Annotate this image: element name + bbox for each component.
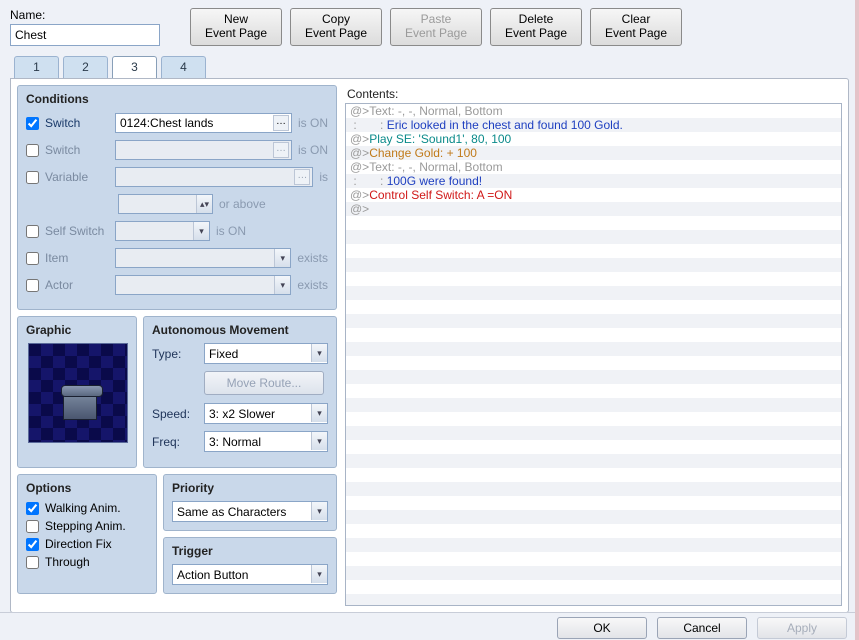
contents-label: Contents: [347, 87, 842, 101]
priority-group: Priority Same as Characters▾ [163, 474, 337, 531]
autonomous-title: Autonomous Movement [152, 323, 328, 337]
graphic-group: Graphic [17, 316, 137, 468]
event-command-line[interactable]: : : Eric looked in the chest and found 1… [346, 118, 841, 132]
chevron-down-icon: ▾ [311, 432, 327, 450]
graphic-image[interactable] [28, 343, 128, 443]
selfswitch-field: ▾ [115, 221, 210, 241]
paste-event-page-button: PasteEvent Page [390, 8, 482, 46]
autonomous-movement-group: Autonomous Movement Type: Fixed▾ Move Ro… [143, 316, 337, 468]
ellipsis-icon: … [273, 142, 289, 158]
freq-select[interactable]: 3: Normal▾ [204, 431, 328, 452]
selfswitch-label: Self Switch [45, 224, 115, 238]
apply-button: Apply [757, 617, 847, 639]
switch1-label: Switch [45, 116, 115, 130]
item-checkbox[interactable] [26, 252, 39, 265]
event-command-line[interactable]: @> [346, 202, 841, 216]
event-command-line[interactable]: @>Play SE: 'Sound1', 80, 100 [346, 132, 841, 146]
chevron-down-icon: ▾ [311, 502, 327, 520]
dialog-footer: OK Cancel Apply [0, 612, 859, 640]
variable-field: … [115, 167, 313, 187]
tab-2[interactable]: 2 [63, 56, 108, 78]
event-command-line[interactable]: @>Text: -, -, Normal, Bottom [346, 160, 841, 174]
switch1-field[interactable]: 0124:Chest lands… [115, 113, 292, 133]
actor-checkbox[interactable] [26, 279, 39, 292]
ok-button[interactable]: OK [557, 617, 647, 639]
contents-list[interactable]: @>Text: -, -, Normal, Bottom : : Eric lo… [345, 103, 842, 606]
clear-event-page-button[interactable]: ClearEvent Page [590, 8, 682, 46]
chest-sprite-icon [63, 392, 97, 420]
through-checkbox[interactable] [26, 556, 39, 569]
speed-select[interactable]: 3: x2 Slower▾ [204, 403, 328, 424]
conditions-title: Conditions [26, 92, 328, 106]
copy-event-page-button[interactable]: CopyEvent Page [290, 8, 382, 46]
event-command-line[interactable]: @>Change Gold: + 100 [346, 146, 841, 160]
type-select[interactable]: Fixed▾ [204, 343, 328, 364]
actor-label: Actor [45, 278, 115, 292]
trigger-title: Trigger [172, 544, 328, 558]
priority-select[interactable]: Same as Characters▾ [172, 501, 328, 522]
ellipsis-icon[interactable]: … [273, 115, 289, 131]
item-field: ▾ [115, 248, 291, 268]
graphic-title: Graphic [26, 323, 128, 337]
switch1-checkbox[interactable] [26, 117, 39, 130]
item-label: Item [45, 251, 115, 265]
chevron-down-icon: ▾ [274, 276, 290, 294]
new-event-page-button[interactable]: NewEvent Page [190, 8, 282, 46]
direction-fix-checkbox[interactable] [26, 538, 39, 551]
event-command-line[interactable]: @>Control Self Switch: A =ON [346, 188, 841, 202]
ellipsis-icon: … [294, 169, 310, 185]
walking-anim-checkbox[interactable] [26, 502, 39, 515]
variable-checkbox[interactable] [26, 171, 39, 184]
chevron-down-icon: ▾ [311, 344, 327, 362]
move-route-button: Move Route... [204, 371, 324, 395]
selfswitch-checkbox[interactable] [26, 225, 39, 238]
event-page-tabs: 1 2 3 4 [14, 56, 849, 78]
options-title: Options [26, 481, 148, 495]
variable-value-field: ▴▾ [118, 194, 213, 214]
chevron-down-icon: ▾ [274, 249, 290, 267]
priority-title: Priority [172, 481, 328, 495]
switch2-checkbox[interactable] [26, 144, 39, 157]
cancel-button[interactable]: Cancel [657, 617, 747, 639]
chevron-down-icon: ▾ [311, 404, 327, 422]
actor-field: ▾ [115, 275, 291, 295]
delete-event-page-button[interactable]: DeleteEvent Page [490, 8, 582, 46]
chevron-down-icon: ▾ [193, 222, 209, 240]
event-command-line[interactable]: @>Text: -, -, Normal, Bottom [346, 104, 841, 118]
variable-label: Variable [45, 170, 115, 184]
chevron-down-icon: ▾ [311, 565, 327, 583]
tab-4[interactable]: 4 [161, 56, 206, 78]
name-label: Name: [10, 8, 160, 22]
spinner-icon: ▴▾ [196, 195, 212, 213]
switch2-field: … [115, 140, 292, 160]
conditions-group: Conditions Switch 0124:Chest lands… is O… [17, 85, 337, 310]
trigger-select[interactable]: Action Button▾ [172, 564, 328, 585]
tab-3[interactable]: 3 [112, 56, 157, 78]
switch2-label: Switch [45, 143, 115, 157]
options-group: Options Walking Anim. Stepping Anim. Dir… [17, 474, 157, 594]
stepping-anim-checkbox[interactable] [26, 520, 39, 533]
event-command-line[interactable]: : : 100G were found! [346, 174, 841, 188]
name-input[interactable] [10, 24, 160, 46]
tab-1[interactable]: 1 [14, 56, 59, 78]
trigger-group: Trigger Action Button▾ [163, 537, 337, 594]
